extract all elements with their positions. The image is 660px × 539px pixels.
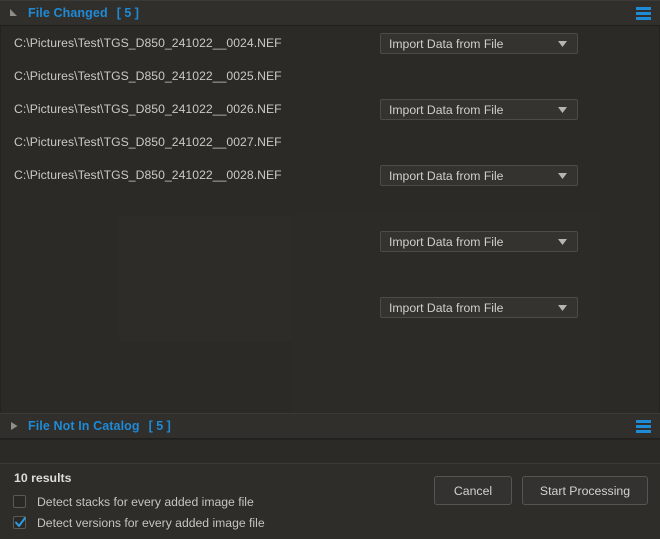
file-path: C:\Pictures\Test\TGS_D850_241022__0024.N… bbox=[14, 35, 282, 50]
file-path: C:\Pictures\Test\TGS_D850_241022__0025.N… bbox=[14, 68, 282, 83]
section-title-file-changed: File Changed bbox=[28, 6, 108, 20]
triangle-down-icon[interactable] bbox=[8, 7, 20, 19]
table-row[interactable]: C:\Pictures\Test\TGS_D850_241022__0027.N… bbox=[1, 125, 659, 252]
action-dropdown[interactable]: Import Data from File bbox=[380, 297, 578, 318]
panel-shading bbox=[119, 216, 369, 341]
file-path: C:\Pictures\Test\TGS_D850_241022__0026.N… bbox=[14, 101, 282, 116]
file-path: C:\Pictures\Test\TGS_D850_241022__0027.N… bbox=[14, 134, 282, 149]
section-header-file-not-in-catalog[interactable]: File Not In Catalog [ 5 ] bbox=[0, 413, 660, 439]
hamburger-bar bbox=[636, 419, 651, 423]
option-detect-versions-label: Detect versions for every added image fi… bbox=[37, 515, 265, 530]
checkbox-checked-icon[interactable] bbox=[13, 516, 26, 529]
file-changed-dialog: File Changed [ 5 ] C:\Pictures\Test\TGS_… bbox=[0, 0, 660, 539]
chevron-down-icon bbox=[558, 40, 567, 47]
table-row[interactable]: C:\Pictures\Test\TGS_D850_241022__0028.N… bbox=[1, 158, 659, 318]
footer-actions: Cancel Start Processing bbox=[434, 476, 648, 505]
chevron-down-icon bbox=[558, 238, 567, 245]
hamburger-menu-icon-file-not-in-catalog[interactable] bbox=[636, 419, 651, 433]
hamburger-bar bbox=[636, 6, 651, 10]
option-detect-versions[interactable]: Detect versions for every added image fi… bbox=[8, 512, 265, 533]
file-changed-list: C:\Pictures\Test\TGS_D850_241022__0024.N… bbox=[0, 26, 660, 413]
hamburger-bar bbox=[636, 11, 651, 15]
triangle-right-icon[interactable] bbox=[8, 420, 20, 432]
dialog-footer: 10 results Detect stacks for every added… bbox=[0, 463, 660, 539]
cancel-button[interactable]: Cancel bbox=[434, 476, 512, 505]
hamburger-bar bbox=[636, 16, 651, 20]
checkbox-unchecked-icon[interactable] bbox=[13, 495, 26, 508]
file-path: C:\Pictures\Test\TGS_D850_241022__0028.N… bbox=[14, 167, 282, 182]
action-dropdown-value: Import Data from File bbox=[389, 300, 504, 315]
start-processing-button[interactable]: Start Processing bbox=[522, 476, 648, 505]
hamburger-bar bbox=[636, 424, 651, 428]
action-dropdown[interactable]: Import Data from File bbox=[380, 33, 578, 54]
chevron-down-icon bbox=[558, 304, 567, 311]
section-count-file-changed: [ 5 ] bbox=[116, 6, 139, 20]
collapsed-section-body bbox=[0, 439, 660, 463]
action-dropdown-value: Import Data from File bbox=[389, 36, 504, 51]
results-count: 10 results bbox=[14, 471, 72, 485]
option-detect-stacks[interactable]: Detect stacks for every added image file bbox=[8, 491, 265, 512]
section-title-file-not-in-catalog: File Not In Catalog bbox=[28, 419, 140, 433]
footer-options: 10 results Detect stacks for every added… bbox=[8, 471, 265, 533]
section-header-file-changed[interactable]: File Changed [ 5 ] bbox=[0, 0, 660, 26]
section-count-file-not-in-catalog: [ 5 ] bbox=[148, 419, 171, 433]
table-row[interactable]: C:\Pictures\Test\TGS_D850_241022__0024.N… bbox=[1, 26, 659, 59]
hamburger-menu-icon-file-changed[interactable] bbox=[636, 6, 651, 20]
action-dropdown[interactable]: Import Data from File bbox=[380, 231, 578, 252]
option-detect-stacks-label: Detect stacks for every added image file bbox=[37, 494, 254, 509]
table-row[interactable]: C:\Pictures\Test\TGS_D850_241022__0025.N… bbox=[1, 59, 659, 120]
action-dropdown-value: Import Data from File bbox=[389, 234, 504, 249]
hamburger-bar bbox=[636, 429, 651, 433]
table-row[interactable]: C:\Pictures\Test\TGS_D850_241022__0026.N… bbox=[1, 92, 659, 186]
